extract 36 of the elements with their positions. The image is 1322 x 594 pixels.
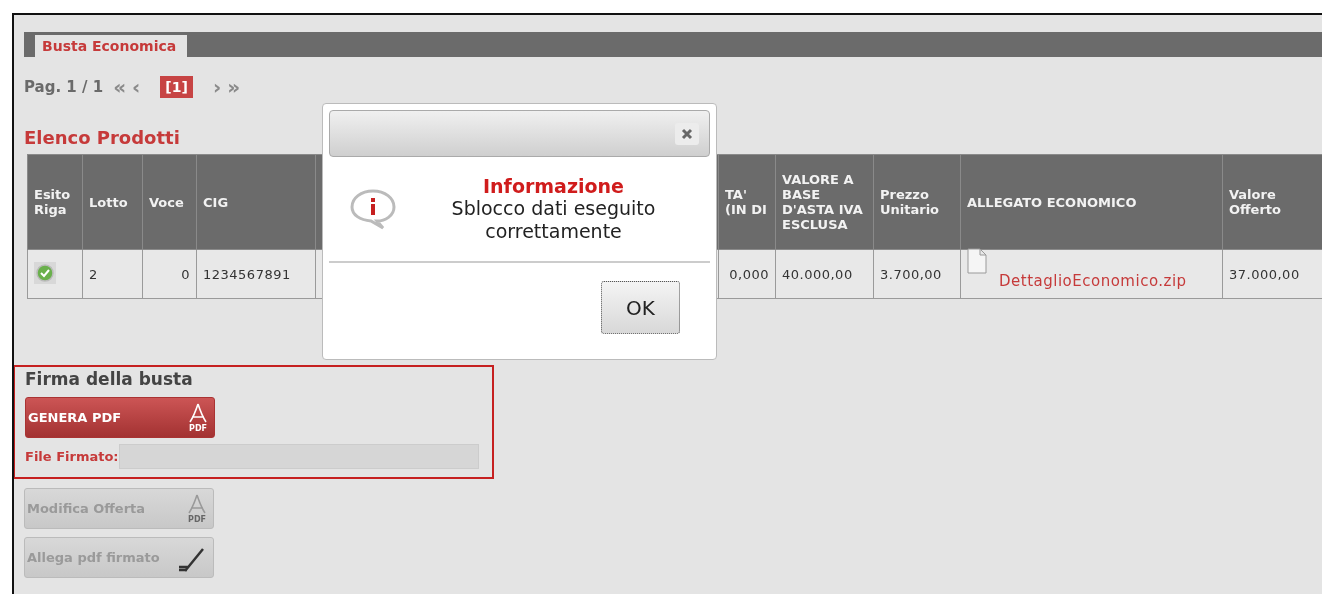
page-link[interactable]: [1] xyxy=(160,76,193,98)
info-speech-bubble-icon xyxy=(349,188,397,230)
table-cell: 0 xyxy=(181,266,190,282)
table-cell: 3.700,00 xyxy=(880,266,942,282)
column-header: CIG xyxy=(196,154,316,250)
pdf-icon xyxy=(188,402,208,424)
file-label: File Firmato: xyxy=(25,449,119,464)
dialog-message: Sblocco dati eseguito correttamente xyxy=(450,197,657,243)
column-header: Prezzo Unitario xyxy=(873,154,961,250)
table-cell: 0,000 xyxy=(729,266,769,282)
page-label: Pag. 1 / 1 xyxy=(24,78,104,96)
column-header: TA' (IN DI xyxy=(718,154,776,250)
next-page-link[interactable]: › xyxy=(212,75,222,99)
table-cell: 37.000,00 xyxy=(1229,266,1300,282)
table-cell: 1234567891 xyxy=(203,266,291,282)
column-header: Voce xyxy=(142,154,197,250)
pdf-icon xyxy=(187,493,207,515)
table-cell: 2 xyxy=(89,266,98,282)
last-page-link[interactable]: » xyxy=(227,75,241,99)
ok-button[interactable]: OK xyxy=(601,281,680,334)
column-header: VALORE A BASE D'ASTA IVA ESCLUSA xyxy=(775,154,874,250)
table-cell: 40.000,00 xyxy=(782,266,853,282)
previous-page-link[interactable]: ‹ xyxy=(132,75,141,99)
section-title: Elenco Prodotti xyxy=(24,127,180,148)
column-header: Lotto xyxy=(82,154,143,250)
first-page-link[interactable]: « xyxy=(113,75,127,99)
signature-title: Firma della busta xyxy=(25,369,194,389)
pdf-button[interactable]: GENERA PDF PDF xyxy=(25,397,215,438)
column-header: Esito Riga xyxy=(27,154,83,250)
column-header: Valore Offerto xyxy=(1222,154,1322,250)
column-header: ALLEGATO ECONOMICO xyxy=(960,154,1223,250)
close-button[interactable] xyxy=(675,122,699,145)
dialog-title: Informazione xyxy=(482,175,625,197)
signed-file-field[interactable] xyxy=(118,444,479,469)
close-icon xyxy=(681,127,693,140)
tab[interactable]: Busta Economica xyxy=(35,35,188,57)
